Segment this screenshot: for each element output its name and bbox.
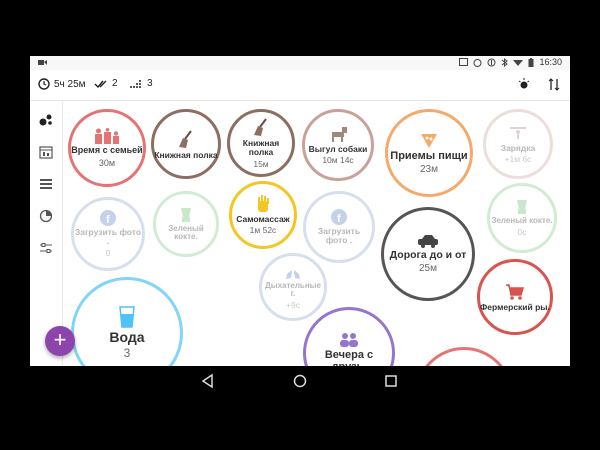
activity-name: Дорога до и от [389, 248, 467, 261]
status-time: 16:30 [539, 57, 562, 67]
activity-value: +9с [286, 300, 300, 311]
activity-bubble[interactable]: f Загрузить фото . [303, 191, 375, 263]
activity-bubble[interactable]: Книжная полка [151, 109, 221, 179]
hand-icon [258, 194, 269, 212]
activity-name: Вода [109, 328, 145, 345]
wifi-icon [513, 60, 524, 66]
dots-grid-icon [130, 79, 141, 88]
friends-icon [340, 333, 358, 348]
activity-name: Зеленый кокте. [168, 223, 204, 241]
brightness-icon[interactable] [518, 78, 530, 94]
activity-name: Вечера с друзь. [324, 349, 374, 366]
activities-summary[interactable]: 3 [130, 78, 153, 89]
activity-bubble[interactable]: Зеленый кокте. [153, 191, 219, 257]
activity-name: Загрузить фото . [74, 227, 142, 246]
back-icon[interactable] [200, 373, 216, 389]
sort-icon[interactable] [548, 78, 560, 94]
activity-bubble[interactable]: Выгул собаки 10м 14с [302, 109, 374, 181]
activity-name: Фермерский ры. [480, 301, 550, 312]
screen-cast-icon [459, 58, 469, 66]
activity-value: 30м [98, 157, 116, 168]
activity-value: 1м 52с [249, 225, 277, 236]
exercise-icon [510, 126, 526, 139]
car-icon [418, 234, 438, 248]
activity-bubble[interactable]: Книжная полка 15м [227, 109, 295, 177]
activity-name: Дыхательные г. [265, 280, 321, 298]
offscreen-activity-bubble[interactable] [415, 347, 513, 366]
blender-icon [181, 207, 191, 222]
home-icon[interactable] [292, 373, 308, 389]
activity-value: 10м 14с [322, 155, 354, 166]
battery-icon [528, 57, 534, 67]
status-bar: 16:30 [30, 56, 570, 70]
activity-name: Выгул собаки [308, 143, 368, 154]
activity-name: Загрузить фото . [317, 226, 361, 245]
svg-text:f: f [106, 214, 110, 226]
activity-name: Зеленый кокте. [491, 215, 553, 225]
calendar-stats-icon[interactable] [39, 145, 53, 159]
activity-name: Приемы пищи [390, 149, 468, 162]
bubbles-icon[interactable] [39, 113, 53, 127]
list-icon[interactable] [39, 177, 53, 191]
double-check-icon [94, 80, 107, 88]
activity-bubble[interactable]: Фермерский ры. [477, 259, 553, 335]
cart-icon [506, 283, 524, 300]
activity-bubble[interactable]: Вода 3 [71, 277, 183, 366]
recents-icon[interactable] [383, 373, 399, 389]
activity-value: 23м [420, 164, 438, 176]
completed-summary[interactable]: 2 [94, 78, 118, 89]
activities-count: 3 [147, 78, 153, 89]
activity-name: Книжная полка [154, 149, 218, 160]
camera-icon [38, 58, 47, 68]
activity-bubble[interactable]: Самомассаж 1м 52с [229, 181, 297, 249]
glass-icon [119, 305, 135, 328]
alarm-icon [473, 58, 482, 67]
family-icon [95, 128, 119, 145]
activity-name: Зарядка [500, 142, 536, 153]
activity-name: Время с семьей [71, 145, 143, 156]
broom-icon [254, 118, 267, 137]
bluetooth-icon [502, 57, 509, 67]
completed-count: 2 [112, 78, 118, 89]
activity-value: 0 [105, 247, 111, 258]
activity-bubble[interactable]: Дыхательные г. +9с [259, 253, 327, 321]
activity-value: 0с [517, 227, 527, 238]
activity-bubble[interactable]: Приемы пищи 23м [385, 109, 473, 197]
total-time-value: 5ч 25м [54, 78, 86, 90]
activity-name: Книжная полка [242, 138, 280, 157]
dog-icon [332, 126, 347, 142]
pie-chart-icon[interactable] [39, 209, 53, 223]
settings-sliders-icon[interactable] [39, 241, 53, 255]
clock-icon [38, 78, 50, 90]
activity-name: Самомассаж [236, 213, 290, 224]
activity-bubble[interactable]: Зеленый кокте. 0с [487, 183, 557, 253]
total-time-summary[interactable]: 5ч 25м [38, 78, 86, 90]
lungs-icon [286, 264, 300, 279]
activity-bubble[interactable]: Зарядка +1м 6с [483, 109, 553, 179]
battery-saver-icon [487, 58, 496, 66]
app-screen: 16:30 5ч 25м 2 3 Время с семьей 30м Книж… [30, 56, 570, 366]
facebook-icon: f [100, 210, 116, 227]
svg-text:f: f [337, 213, 341, 225]
activity-bubble[interactable]: Время с семьей 30м [68, 109, 146, 187]
activity-value: 3 [123, 346, 131, 361]
activity-value: +1м 6с [504, 154, 532, 165]
facebook-icon: f [331, 209, 347, 226]
add-activity-button[interactable]: + [45, 326, 75, 356]
system-nav-bar [30, 366, 570, 396]
activities-canvas: Время с семьей 30м Книжная полка Книжная… [63, 101, 570, 366]
activity-value: 25м [419, 263, 437, 274]
activity-bubble[interactable]: Вечера с друзь. [303, 307, 395, 366]
activity-value: 15м [253, 158, 269, 169]
pizza-icon [421, 133, 437, 148]
broom-icon [179, 129, 192, 148]
activity-bubble[interactable]: Дорога до и от 25м [381, 207, 475, 301]
activity-bubble[interactable]: f Загрузить фото . 0 [71, 197, 145, 271]
blender-icon [517, 199, 527, 214]
summary-toolbar: 5ч 25м 2 3 [30, 70, 570, 101]
